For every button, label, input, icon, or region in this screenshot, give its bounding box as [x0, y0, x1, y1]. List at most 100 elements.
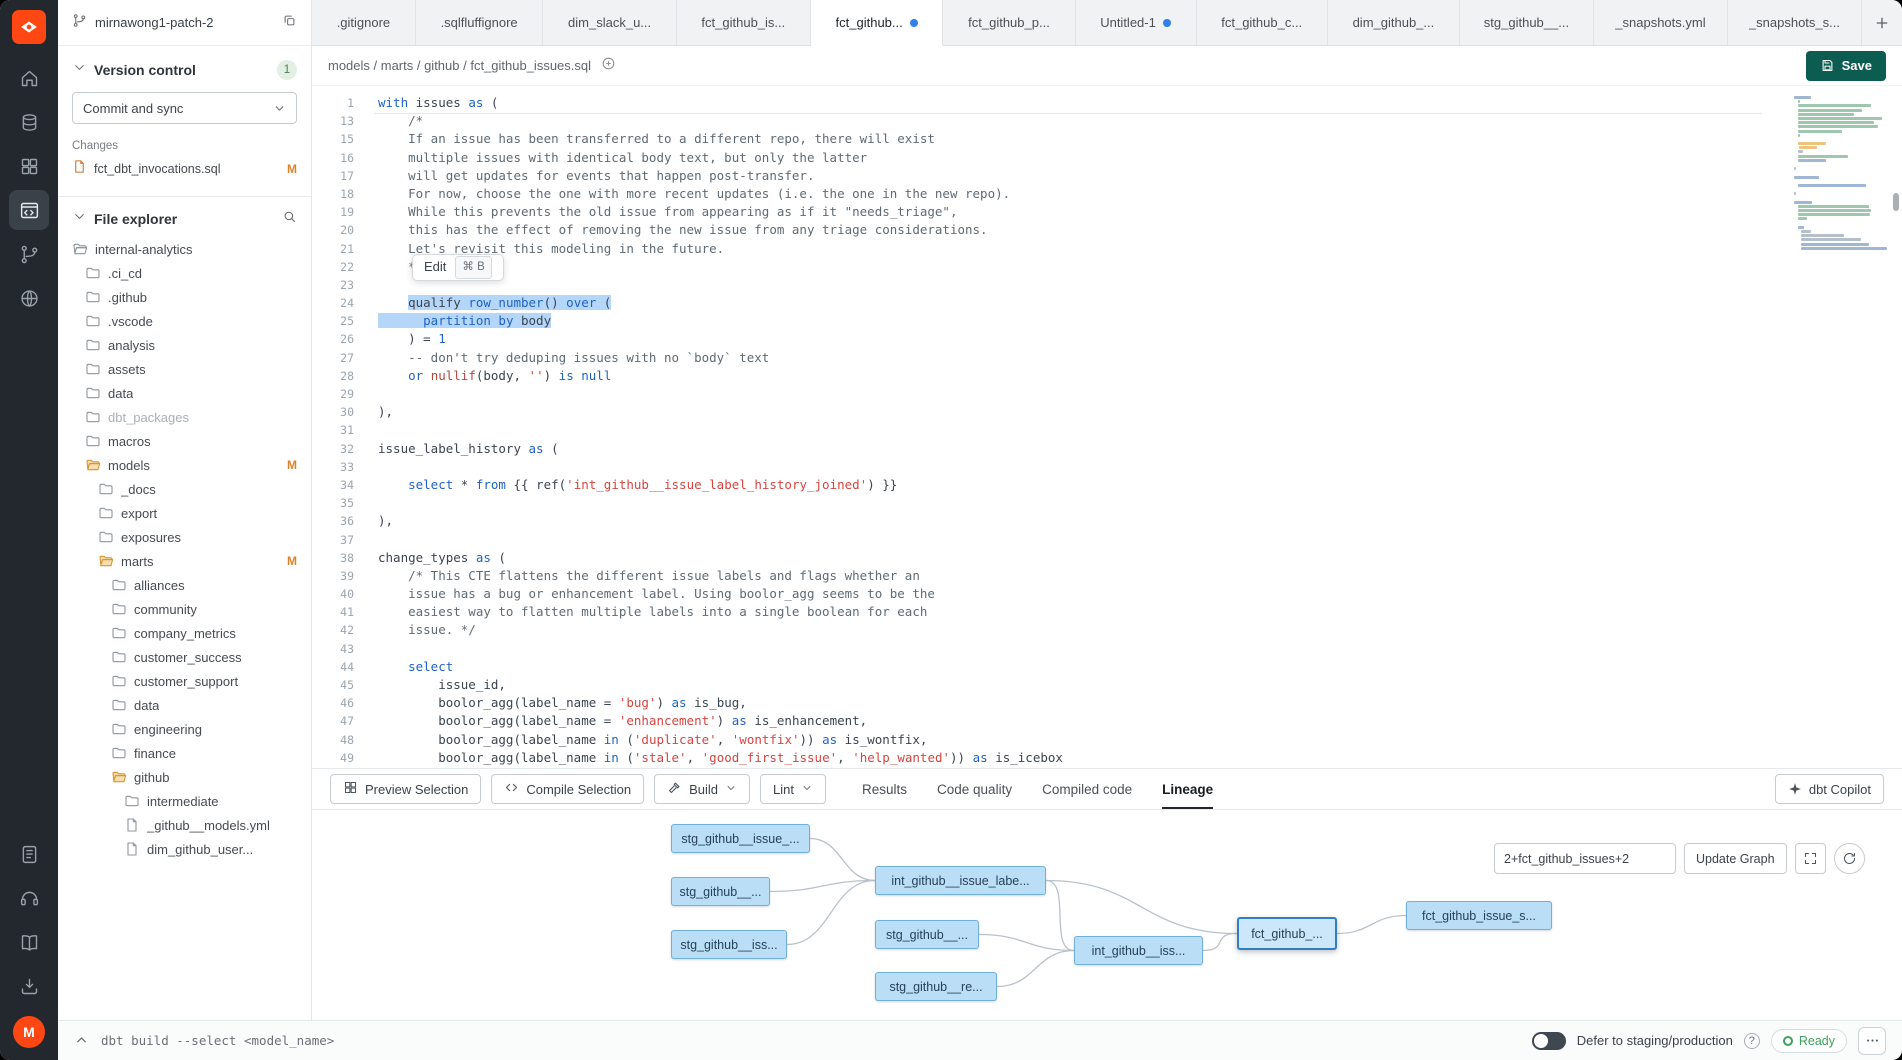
folder-item[interactable]: finance — [58, 741, 311, 765]
folder-item[interactable]: assets — [58, 357, 311, 381]
lineage-node[interactable]: stg_github__issue_... — [671, 824, 810, 853]
code-line[interactable]: /* This CTE flattens the different issue… — [378, 567, 1902, 585]
file-item[interactable]: dim_github_user... — [58, 837, 311, 861]
search-icon[interactable] — [282, 209, 297, 229]
dbt-copilot-button[interactable]: dbt Copilot — [1775, 774, 1884, 804]
folder-item[interactable]: github — [58, 765, 311, 789]
folder-item[interactable]: .github — [58, 285, 311, 309]
code-line[interactable]: For now, choose the one with more recent… — [378, 185, 1902, 203]
ide-icon[interactable] — [9, 190, 49, 230]
code-line[interactable]: ) = 1 — [378, 330, 1902, 348]
folder-item[interactable]: export — [58, 501, 311, 525]
code-line[interactable]: select — [378, 658, 1902, 676]
code-line[interactable]: issue_id, — [378, 676, 1902, 694]
lineage-node[interactable]: stg_github__iss... — [671, 930, 787, 959]
chevron-down-icon[interactable] — [72, 60, 87, 80]
code-line[interactable]: */ — [378, 258, 1902, 276]
lint-button[interactable]: Lint — [760, 774, 826, 804]
folder-item[interactable]: modelsM — [58, 453, 311, 477]
chevron-down-icon[interactable] — [801, 782, 813, 797]
dbt-logo-icon[interactable] — [12, 10, 46, 44]
editor-tab[interactable]: .gitignore — [312, 0, 416, 45]
code-line[interactable]: ), — [378, 403, 1902, 421]
folder-item[interactable]: exposures — [58, 525, 311, 549]
folder-item[interactable]: martsM — [58, 549, 311, 573]
minimap[interactable] — [1794, 96, 1886, 251]
editor-tab[interactable]: stg_github__... — [1460, 0, 1594, 45]
preview-selection-button[interactable]: Preview Selection — [330, 774, 481, 804]
code-line[interactable]: issue. */ — [378, 621, 1902, 639]
lineage-node[interactable]: int_github__iss... — [1074, 936, 1203, 965]
lineage-node[interactable]: fct_github_issue_s... — [1406, 901, 1552, 930]
panel-tab-lineage[interactable]: Lineage — [1162, 769, 1213, 809]
folder-item[interactable]: .ci_cd — [58, 261, 311, 285]
folder-item[interactable]: internal-analytics — [58, 237, 311, 261]
code-line[interactable]: /* — [378, 112, 1902, 130]
lineage-node[interactable]: stg_github__re... — [875, 972, 997, 1001]
code-line[interactable]: multiple issues with identical body text… — [378, 149, 1902, 167]
code-line[interactable] — [378, 421, 1902, 439]
code-content[interactable]: with issues as ( /* If an issue has been… — [370, 94, 1902, 768]
editor-tab[interactable]: _snapshots_s... — [1728, 0, 1862, 45]
copy-path-icon[interactable] — [601, 56, 616, 76]
folder-item[interactable]: alliances — [58, 573, 311, 597]
code-line[interactable] — [378, 276, 1902, 294]
fullscreen-icon[interactable] — [1795, 843, 1826, 874]
code-line[interactable]: -- don't try deduping issues with no `bo… — [378, 349, 1902, 367]
editor-scrollbar[interactable] — [1893, 193, 1899, 211]
code-line[interactable]: with issues as ( — [378, 94, 1902, 112]
update-graph-button[interactable]: Update Graph — [1684, 843, 1787, 874]
folder-item[interactable]: customer_success — [58, 645, 311, 669]
code-line[interactable]: this has the effect of removing the new … — [378, 221, 1902, 239]
dbt-command[interactable]: dbt build --select <model_name> — [101, 1033, 334, 1048]
code-line[interactable] — [378, 458, 1902, 476]
folder-item[interactable]: _docs — [58, 477, 311, 501]
support-icon[interactable] — [9, 878, 49, 918]
code-line[interactable]: qualify row_number() over ( — [378, 294, 1902, 312]
file-item[interactable]: _github__models.yml — [58, 813, 311, 837]
code-line[interactable]: boolor_agg(label_name in ('stale', 'good… — [378, 749, 1902, 767]
save-button[interactable]: Save — [1806, 51, 1886, 81]
chevron-down-icon[interactable] — [725, 782, 737, 797]
explore-icon[interactable] — [9, 278, 49, 318]
folder-item[interactable]: analysis — [58, 333, 311, 357]
help-icon[interactable] — [1744, 1033, 1760, 1049]
code-line[interactable] — [378, 494, 1902, 512]
defer-toggle[interactable] — [1532, 1032, 1566, 1050]
code-line[interactable] — [378, 640, 1902, 658]
folder-item[interactable]: company_metrics — [58, 621, 311, 645]
folder-item[interactable]: macros — [58, 429, 311, 453]
code-line[interactable]: will get updates for events that happen … — [378, 167, 1902, 185]
home-icon[interactable] — [9, 58, 49, 98]
code-line[interactable]: If an issue has been transferred to a di… — [378, 130, 1902, 148]
compile-selection-button[interactable]: Compile Selection — [491, 774, 644, 804]
editor-tab[interactable]: dim_slack_u... — [543, 0, 676, 45]
apps-icon[interactable] — [9, 146, 49, 186]
refresh-icon[interactable] — [1834, 843, 1865, 874]
editor-tab[interactable]: Untitled-1 — [1076, 0, 1197, 45]
code-line[interactable] — [378, 531, 1902, 549]
code-editor[interactable]: 1131516171819202122232425262728293031323… — [312, 86, 1902, 768]
folder-item[interactable]: customer_support — [58, 669, 311, 693]
expand-panel-button[interactable] — [74, 1033, 89, 1048]
code-line[interactable]: ), — [378, 512, 1902, 530]
code-line[interactable] — [378, 385, 1902, 403]
code-line[interactable]: boolor_agg(label_name in ('duplicate', '… — [378, 731, 1902, 749]
new-tab-button[interactable] — [1862, 0, 1902, 45]
user-avatar[interactable]: M — [13, 1016, 45, 1048]
editor-tab[interactable]: fct_github... — [811, 0, 944, 46]
notebook-icon[interactable] — [9, 834, 49, 874]
editor-tab[interactable]: fct_github_c... — [1197, 0, 1328, 45]
editor-tab[interactable]: .sqlfluffignore — [416, 0, 543, 45]
folder-item[interactable]: intermediate — [58, 789, 311, 813]
code-line[interactable]: or nullif(body, '') is null — [378, 367, 1902, 385]
edit-action-label[interactable]: Edit — [424, 258, 446, 276]
code-line[interactable]: While this prevents the old issue from a… — [378, 203, 1902, 221]
catalog-icon[interactable] — [9, 102, 49, 142]
code-line[interactable]: change_types as ( — [378, 549, 1902, 567]
code-line[interactable]: issue has a bug or enhancement label. Us… — [378, 585, 1902, 603]
editor-tab[interactable]: _snapshots.yml — [1594, 0, 1728, 45]
folder-item[interactable]: data — [58, 693, 311, 717]
downloads-icon[interactable] — [9, 966, 49, 1006]
folder-item[interactable]: data — [58, 381, 311, 405]
